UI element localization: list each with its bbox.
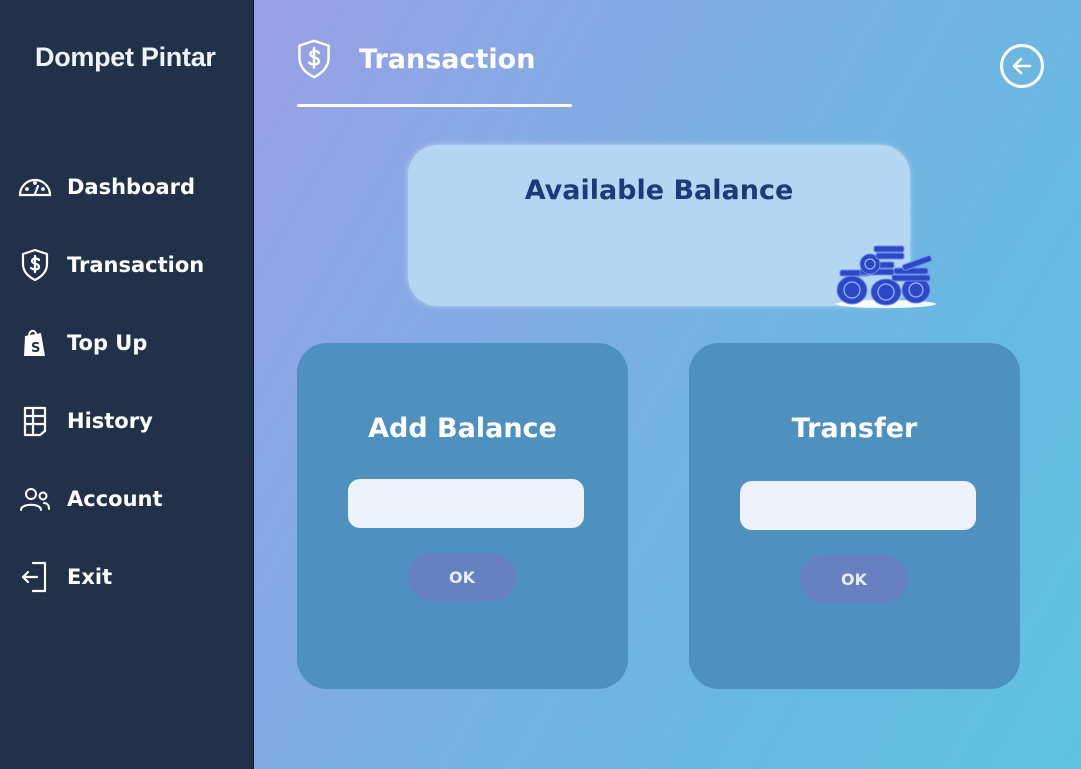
shield-dollar-icon [297, 38, 331, 80]
back-button[interactable] [1000, 44, 1044, 88]
tab-label: Transaction [359, 43, 536, 75]
add-balance-title: Add Balance [368, 413, 557, 444]
arrow-left-icon [1011, 55, 1033, 77]
sidebar-item-transaction[interactable]: Transaction [18, 245, 248, 285]
sidebar-item-label: Account [67, 487, 163, 511]
tab-underline [297, 104, 572, 107]
sidebar-item-label: Top Up [67, 331, 148, 355]
transfer-ok-button[interactable]: OK [800, 555, 908, 603]
sidebar-item-label: History [67, 409, 153, 433]
transfer-panel: Transfer OK [689, 343, 1020, 689]
sidebar-item-account[interactable]: Account [18, 479, 248, 519]
sidebar-item-top-up[interactable]: S Top Up [18, 323, 248, 363]
transfer-input[interactable] [740, 481, 976, 530]
exit-door-icon [18, 560, 52, 594]
add-balance-input[interactable] [348, 479, 584, 528]
balance-title: Available Balance [524, 175, 794, 206]
sidebar-item-label: Dashboard [67, 175, 196, 199]
main-content: Transaction Available Balance Add Balanc… [254, 0, 1081, 769]
add-balance-ok-button[interactable]: OK [408, 553, 516, 601]
brand-title: Dompet Pintar [35, 42, 216, 72]
sidebar-item-exit[interactable]: Exit [18, 557, 248, 597]
transfer-title: Transfer [791, 413, 918, 444]
dashboard-gauge-icon [18, 170, 52, 204]
add-balance-panel: Add Balance OK [297, 343, 628, 689]
shield-dollar-icon [18, 248, 52, 282]
shopping-bag-icon: S [18, 326, 52, 360]
tab-transaction[interactable]: Transaction [297, 38, 535, 80]
sidebar-item-label: Transaction [67, 253, 205, 277]
coin-stack-icon [832, 238, 940, 314]
svg-text:S: S [31, 341, 40, 356]
users-icon [18, 482, 52, 516]
sidebar-item-label: Exit [67, 565, 113, 589]
sidebar: Dompet Pintar Dashboard Transaction S To… [0, 0, 254, 769]
sidebar-item-history[interactable]: History [18, 401, 248, 441]
history-table-icon [18, 404, 52, 438]
sidebar-item-dashboard[interactable]: Dashboard [18, 167, 248, 207]
